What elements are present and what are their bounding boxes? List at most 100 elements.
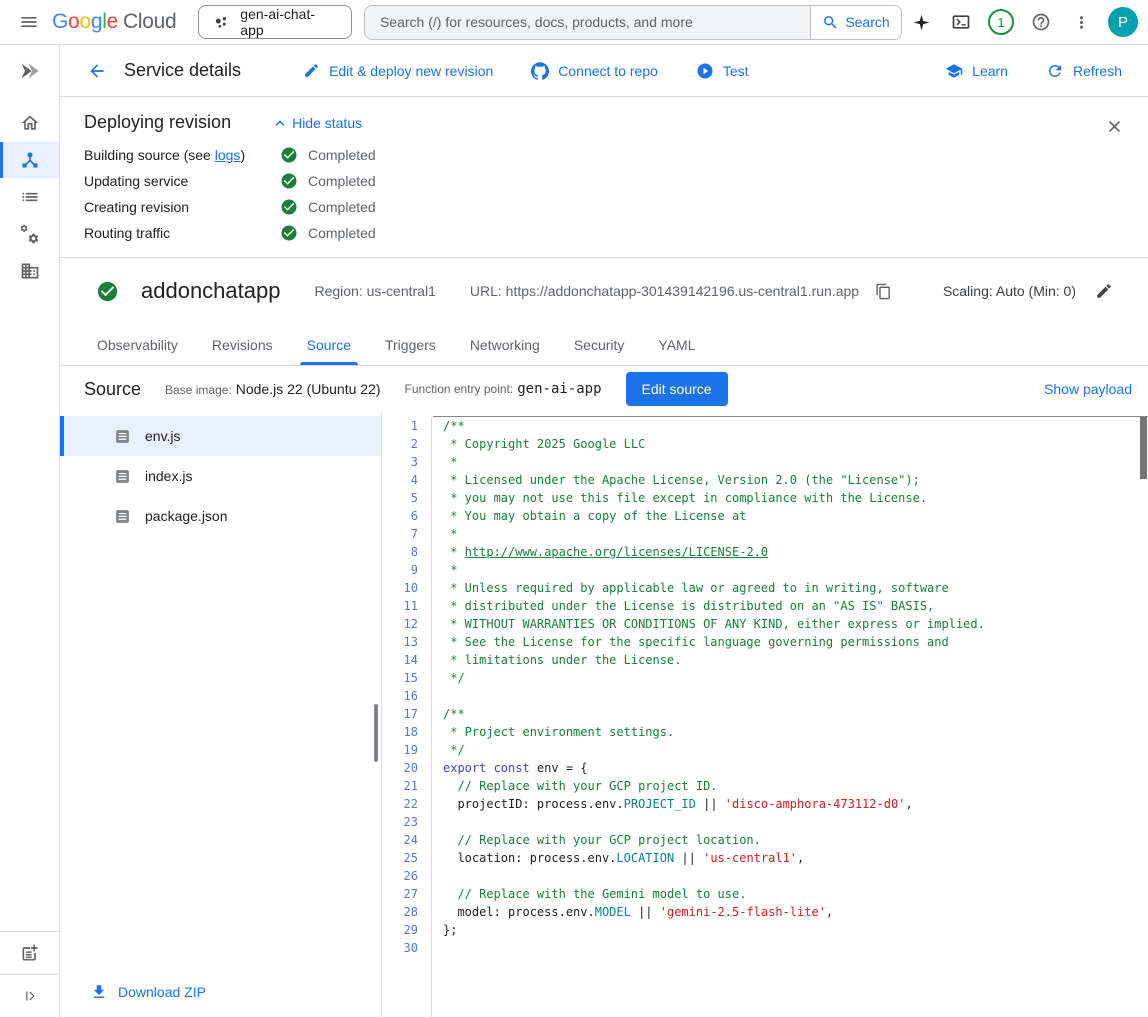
learn-button[interactable]: Learn — [945, 62, 1008, 80]
line-number: 10 — [382, 579, 431, 597]
topbar-right: 1 P — [902, 3, 1138, 41]
file-item-package.json[interactable]: package.json — [60, 496, 381, 536]
pencil-icon — [303, 62, 320, 79]
rail-item-services[interactable] — [0, 142, 59, 178]
line-number: 15 — [382, 669, 431, 687]
close-icon — [1105, 117, 1124, 136]
expand-panel-button[interactable] — [0, 974, 59, 1017]
rail-item-domains[interactable] — [0, 253, 59, 289]
code-line: * Licensed under the Apache License, Ver… — [443, 471, 1148, 489]
service-url[interactable]: https://addonchatapp-301439142196.us-cen… — [506, 283, 859, 299]
copy-url-button[interactable] — [869, 277, 897, 305]
free-trial-badge[interactable]: 1 — [982, 3, 1020, 41]
tab-security[interactable]: Security — [557, 324, 642, 365]
scaling-wrap: Scaling: Auto (Min: 0) — [943, 277, 1118, 305]
check-circle-icon — [280, 172, 298, 190]
avatar[interactable]: P — [1108, 7, 1138, 37]
edit-deploy-button[interactable]: Edit & deploy new revision — [303, 62, 493, 80]
code-lines: /** * Copyright 2025 Google LLC * * Lice… — [432, 417, 1148, 1017]
file-item-index.js[interactable]: index.js — [60, 456, 381, 496]
cloud-run-logo-icon — [17, 59, 43, 83]
back-arrow-icon — [87, 61, 107, 81]
tab-triggers[interactable]: Triggers — [368, 324, 453, 365]
hamburger-menu-button[interactable] — [10, 3, 48, 41]
status-step-state: Completed — [280, 198, 1124, 216]
search-button[interactable]: Search — [810, 6, 901, 39]
google-cloud-logo: Google Cloud — [52, 10, 176, 34]
file-item-env.js[interactable]: env.js — [60, 416, 381, 456]
service-header: addonchatapp Region: us-central1 URL: ht… — [60, 258, 1148, 324]
file-icon — [114, 428, 131, 445]
nav-rail — [0, 45, 60, 1017]
edit-source-button[interactable]: Edit source — [626, 372, 728, 406]
line-number: 24 — [382, 831, 431, 849]
test-button[interactable]: Test — [696, 62, 749, 80]
check-circle-icon — [280, 198, 298, 216]
project-selector[interactable]: gen-ai-chat-app — [198, 5, 352, 39]
editor-top-border — [433, 416, 1148, 417]
source-content: env.jsindex.jspackage.json Download ZIP … — [60, 412, 1148, 1017]
code-line — [443, 939, 1148, 957]
status-step-label: Creating revision — [84, 199, 280, 215]
back-button[interactable] — [80, 54, 114, 88]
code-editor[interactable]: 1234567891011121314151617181920212223242… — [382, 412, 1148, 1017]
cloud-console-app: Google Cloud gen-ai-chat-app Search (/) … — [0, 0, 1148, 1017]
source-toolbar: Source Base image:Node.js 22 (Ubuntu 22)… — [60, 366, 1148, 412]
jobs-list-icon — [20, 187, 40, 207]
tab-revisions[interactable]: Revisions — [195, 324, 290, 365]
download-zip-button[interactable]: Download ZIP — [90, 983, 206, 1001]
line-number: 14 — [382, 651, 431, 669]
gemini-button[interactable] — [902, 3, 940, 41]
logs-link[interactable]: logs — [215, 147, 241, 163]
copy-icon — [875, 283, 892, 300]
file-icon — [114, 508, 131, 525]
entry-point: Function entry point:gen-ai-app — [405, 381, 602, 397]
status-step-state: Completed — [280, 172, 1124, 190]
show-payload-link[interactable]: Show payload — [1044, 381, 1132, 397]
release-notes-button[interactable] — [0, 931, 59, 974]
services-hub-icon — [20, 150, 40, 170]
code-line: * distributed under the License is distr… — [443, 597, 1148, 615]
rail-item-worker-pools[interactable] — [0, 216, 59, 252]
line-number: 3 — [382, 453, 431, 471]
code-line: * — [443, 525, 1148, 543]
tab-observability[interactable]: Observability — [80, 324, 195, 365]
search-input[interactable]: Search (/) for resources, docs, products… — [365, 6, 810, 39]
line-number: 12 — [382, 615, 431, 633]
tab-yaml[interactable]: YAML — [641, 324, 712, 365]
more-menu-button[interactable] — [1062, 3, 1100, 41]
rail-item-jobs[interactable] — [0, 179, 59, 215]
file-panel-scrollbar[interactable] — [374, 704, 378, 762]
code-line: // Replace with the Gemini model to use. — [443, 885, 1148, 903]
download-icon — [90, 983, 108, 1001]
hide-status-button[interactable]: Hide status — [271, 114, 362, 132]
code-line — [443, 867, 1148, 885]
connect-repo-button[interactable]: Connect to repo — [531, 62, 658, 80]
scaling-value: Scaling: Auto (Min: 0) — [943, 283, 1076, 299]
page-title: Service details — [124, 60, 241, 81]
tab-networking[interactable]: Networking — [453, 324, 557, 365]
test-label: Test — [723, 63, 749, 79]
refresh-button[interactable]: Refresh — [1046, 62, 1122, 80]
line-number: 9 — [382, 561, 431, 579]
rail-item-home[interactable] — [0, 105, 59, 141]
editor-scrollbar[interactable] — [1140, 417, 1147, 479]
refresh-icon — [1046, 62, 1064, 80]
code-line: // Replace with your GCP project ID. — [443, 777, 1148, 795]
expand-panel-icon — [21, 987, 39, 1005]
service-ok-icon — [96, 280, 119, 303]
github-icon — [531, 62, 549, 80]
tab-source[interactable]: Source — [290, 324, 368, 365]
status-step-state: Completed — [280, 146, 1124, 164]
edit-scaling-button[interactable] — [1090, 277, 1118, 305]
cloud-shell-button[interactable] — [942, 3, 980, 41]
help-button[interactable] — [1022, 3, 1060, 41]
line-number: 1 — [382, 417, 431, 435]
code-line: * WITHOUT WARRANTIES OR CONDITIONS OF AN… — [443, 615, 1148, 633]
url-label: URL: — [470, 283, 502, 299]
code-line: // Replace with your GCP project locatio… — [443, 831, 1148, 849]
hide-status-label: Hide status — [292, 115, 362, 131]
base-image: Base image:Node.js 22 (Ubuntu 22) — [165, 381, 380, 397]
check-circle-icon — [280, 224, 298, 242]
close-status-button[interactable] — [1096, 108, 1132, 144]
